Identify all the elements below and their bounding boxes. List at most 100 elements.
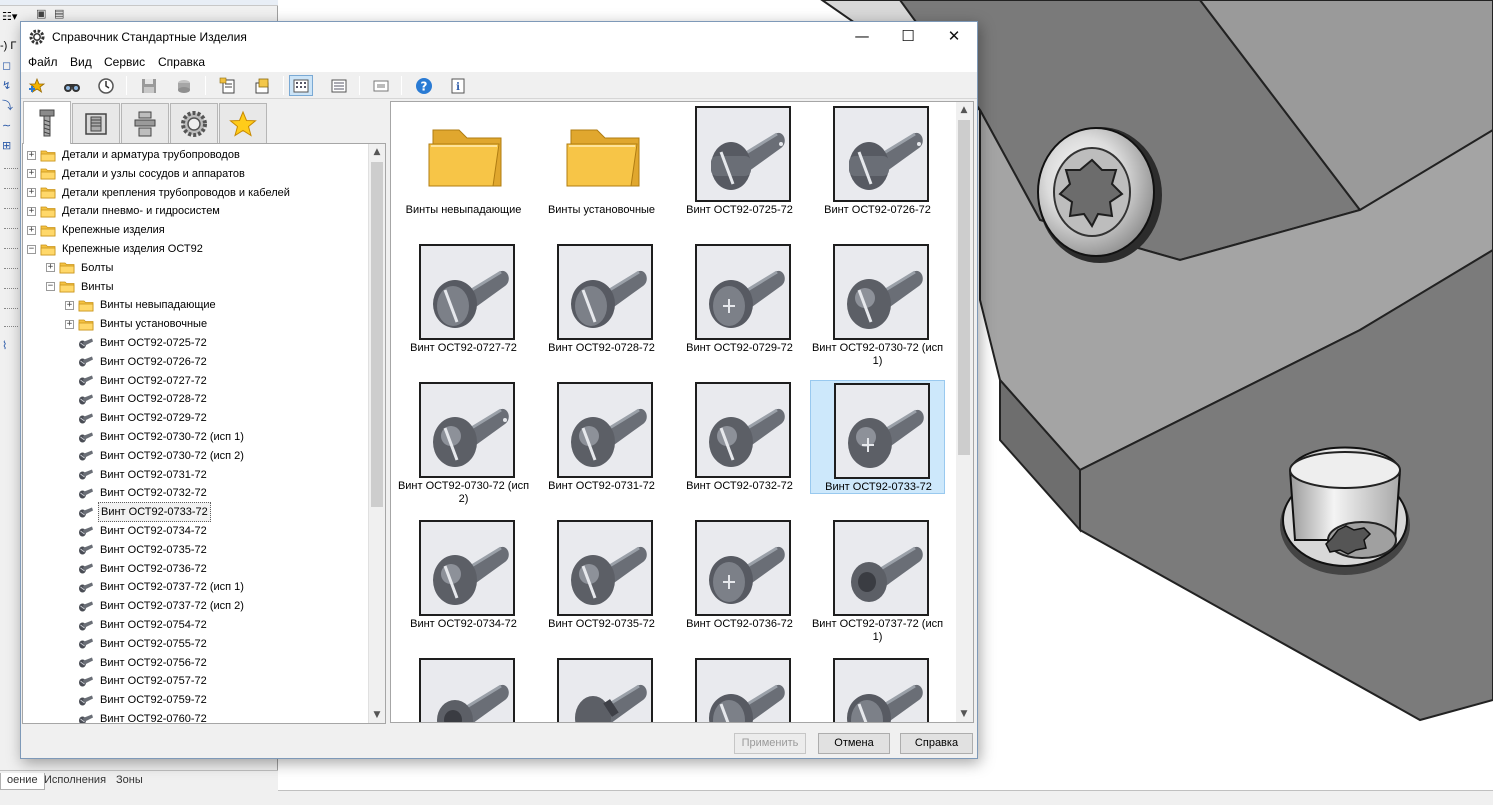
tree-folder-item[interactable]: + Винты установочные bbox=[65, 315, 209, 333]
menu-service[interactable]: Сервис bbox=[104, 55, 145, 69]
tree-part-item[interactable]: Винт ОСТ92-0737-72 (исп 2) bbox=[65, 597, 246, 615]
expand-icon[interactable]: + bbox=[27, 169, 36, 179]
paperclip-icon[interactable]: ⌇ bbox=[2, 340, 14, 352]
tree-part-item[interactable]: Винт ОСТ92-0757-72 bbox=[65, 672, 209, 690]
tree-folder-item[interactable]: + Детали пневмо- и гидросистем bbox=[27, 202, 222, 220]
grid-part-item[interactable]: Винт ОСТ92-0735-72 bbox=[534, 518, 669, 632]
tree-part-item[interactable]: Винт ОСТ92-0734-72 bbox=[65, 522, 209, 540]
menu-file[interactable]: Файл bbox=[28, 55, 58, 69]
background-tool-icon[interactable]: ↯ bbox=[2, 80, 14, 92]
tree-folder-item[interactable]: − Крепежные изделия ОСТ92 bbox=[27, 240, 205, 258]
expand-icon[interactable]: + bbox=[27, 150, 36, 160]
tree-folder-item[interactable]: − Винты bbox=[46, 278, 116, 296]
tree-part-item[interactable]: Винт ОСТ92-0727-72 bbox=[65, 372, 209, 390]
grid-part-item[interactable]: Винт ОСТ92-0731-72 bbox=[534, 380, 669, 494]
background-tool-icon[interactable]: ∼ bbox=[2, 120, 14, 132]
grid-part-item[interactable]: Винт ОСТ92-0729-72 bbox=[672, 242, 807, 356]
background-tool-icon[interactable]: ⊞ bbox=[2, 140, 14, 152]
grid-part-item[interactable] bbox=[672, 656, 807, 722]
menu-help[interactable]: Справка bbox=[158, 55, 205, 69]
grid-part-item[interactable]: Винт ОСТ92-0725-72 bbox=[672, 104, 807, 218]
tree-part-item[interactable]: Винт ОСТ92-0756-72 bbox=[65, 654, 209, 672]
add-favorite-icon[interactable] bbox=[26, 75, 48, 96]
grid-scrollbar[interactable]: ▲ ▼ bbox=[956, 102, 973, 722]
tree-folder-item[interactable]: + Крепежные изделия bbox=[27, 221, 167, 239]
export-icon[interactable] bbox=[251, 75, 273, 96]
tree-part-item[interactable]: Винт ОСТ92-0732-72 bbox=[65, 484, 209, 502]
grid-part-item[interactable]: Винт ОСТ92-0737-72 (исп 1) bbox=[810, 518, 945, 643]
find-icon[interactable] bbox=[61, 75, 83, 96]
background-doc-icon[interactable]: ▣ bbox=[36, 7, 46, 20]
scroll-down-icon[interactable]: ▼ bbox=[369, 707, 385, 723]
grid-part-item[interactable]: Винт ОСТ92-0727-72 bbox=[396, 242, 531, 356]
mechanical-parts-tab-icon[interactable] bbox=[170, 103, 218, 143]
info-icon[interactable]: i bbox=[447, 75, 469, 96]
expand-icon[interactable]: + bbox=[27, 188, 36, 198]
list-view-icon[interactable] bbox=[328, 75, 350, 96]
favorites-tab-icon[interactable] bbox=[219, 103, 267, 143]
grid-part-item[interactable] bbox=[810, 656, 945, 722]
collapse-icon[interactable]: − bbox=[46, 282, 55, 292]
background-tool-icon[interactable]: ⤵ bbox=[2, 100, 14, 112]
help-button[interactable]: Справка bbox=[900, 733, 973, 754]
grid-part-item[interactable]: Винт ОСТ92-0730-72 (исп 2) bbox=[396, 380, 531, 505]
tree-folder-item[interactable]: + Винты невыпадающие bbox=[65, 296, 218, 314]
tree-scrollbar[interactable]: ▲ ▼ bbox=[368, 144, 385, 723]
grid-scrollbar-thumb[interactable] bbox=[958, 120, 970, 455]
background-doc2-icon[interactable]: ▤ bbox=[54, 7, 64, 20]
tree-part-item[interactable]: Винт ОСТ92-0730-72 (исп 2) bbox=[65, 447, 246, 465]
tree-folder-item[interactable]: + Детали и узлы сосудов и аппаратов bbox=[27, 165, 247, 183]
tab-zones[interactable]: Зоны bbox=[110, 773, 149, 790]
grid-folder-item[interactable]: Винты невыпадающие bbox=[396, 104, 531, 218]
menu-view[interactable]: Вид bbox=[70, 55, 92, 69]
grid-part-item[interactable]: Винт ОСТ92-0732-72 bbox=[672, 380, 807, 494]
maximize-button[interactable]: ☐ bbox=[885, 22, 931, 52]
scroll-down-icon[interactable]: ▼ bbox=[956, 706, 972, 722]
expand-icon[interactable]: + bbox=[65, 300, 74, 310]
tree-part-item[interactable]: Винт ОСТ92-0730-72 (исп 1) bbox=[65, 428, 246, 446]
save-icon[interactable] bbox=[138, 75, 160, 96]
grid-part-item[interactable]: Винт ОСТ92-0730-72 (исп 1) bbox=[810, 242, 945, 367]
tree-part-item[interactable]: Винт ОСТ92-0759-72 bbox=[65, 691, 209, 709]
background-tool-icon[interactable]: ◻ bbox=[2, 60, 14, 72]
tree-part-item[interactable]: Винт ОСТ92-0725-72 bbox=[65, 334, 209, 352]
tree-part-item[interactable]: Винт ОСТ92-0755-72 bbox=[65, 635, 209, 653]
tab-variants[interactable]: Исполнения bbox=[38, 773, 112, 790]
expand-icon[interactable]: + bbox=[27, 206, 36, 216]
pipe-parts-tab-icon[interactable] bbox=[121, 103, 169, 143]
expand-icon[interactable]: + bbox=[46, 263, 55, 273]
grid-folder-item[interactable]: Винты установочные bbox=[534, 104, 669, 218]
preview-icon[interactable] bbox=[370, 75, 392, 96]
collapse-icon[interactable]: − bbox=[27, 244, 36, 254]
grid-part-item[interactable] bbox=[534, 656, 669, 722]
tree-part-item[interactable]: Винт ОСТ92-0733-72 bbox=[65, 502, 211, 523]
scroll-up-icon[interactable]: ▲ bbox=[369, 144, 385, 160]
tree-part-item[interactable]: Винт ОСТ92-0726-72 bbox=[65, 353, 209, 371]
fasteners-tab-icon[interactable] bbox=[23, 101, 71, 144]
tree-folder-item[interactable]: + Детали крепления трубопроводов и кабеле… bbox=[27, 184, 292, 202]
grid-part-item[interactable]: Винт ОСТ92-0734-72 bbox=[396, 518, 531, 632]
grid-part-item[interactable] bbox=[396, 656, 531, 722]
tree-part-item[interactable]: Винт ОСТ92-0754-72 bbox=[65, 616, 209, 634]
history-icon[interactable] bbox=[95, 75, 117, 96]
tree-folder-item[interactable]: + Детали и арматура трубопроводов bbox=[27, 146, 242, 164]
torx-screw-lower[interactable] bbox=[1280, 446, 1410, 576]
scroll-up-icon[interactable]: ▲ bbox=[956, 102, 972, 118]
icons-view-icon[interactable] bbox=[289, 75, 313, 96]
tree-part-item[interactable]: Винт ОСТ92-0731-72 bbox=[65, 466, 209, 484]
grid-part-item[interactable]: Винт ОСТ92-0733-72 bbox=[810, 380, 945, 494]
tree-part-item[interactable]: Винт ОСТ92-0736-72 bbox=[65, 560, 209, 578]
tree-folder-item[interactable]: + Болты bbox=[46, 259, 115, 277]
help-icon[interactable]: ? bbox=[413, 75, 435, 96]
grid-part-item[interactable]: Винт ОСТ92-0726-72 bbox=[810, 104, 945, 218]
dialog-titlebar[interactable]: Справочник Стандартные Изделия — ☐ ✕ bbox=[21, 22, 977, 52]
properties-icon[interactable] bbox=[217, 75, 239, 96]
cancel-button[interactable]: Отмена bbox=[818, 733, 890, 754]
tree-part-item[interactable]: Винт ОСТ92-0735-72 bbox=[65, 541, 209, 559]
tree-part-item[interactable]: Винт ОСТ92-0728-72 bbox=[65, 390, 209, 408]
apply-button[interactable]: Применить bbox=[734, 733, 806, 754]
tree-part-item[interactable]: Винт ОСТ92-0737-72 (исп 1) bbox=[65, 578, 246, 596]
grid-part-item[interactable]: Винт ОСТ92-0728-72 bbox=[534, 242, 669, 356]
torx-screw-upper[interactable] bbox=[1037, 127, 1162, 263]
drive-icon[interactable] bbox=[173, 75, 195, 96]
